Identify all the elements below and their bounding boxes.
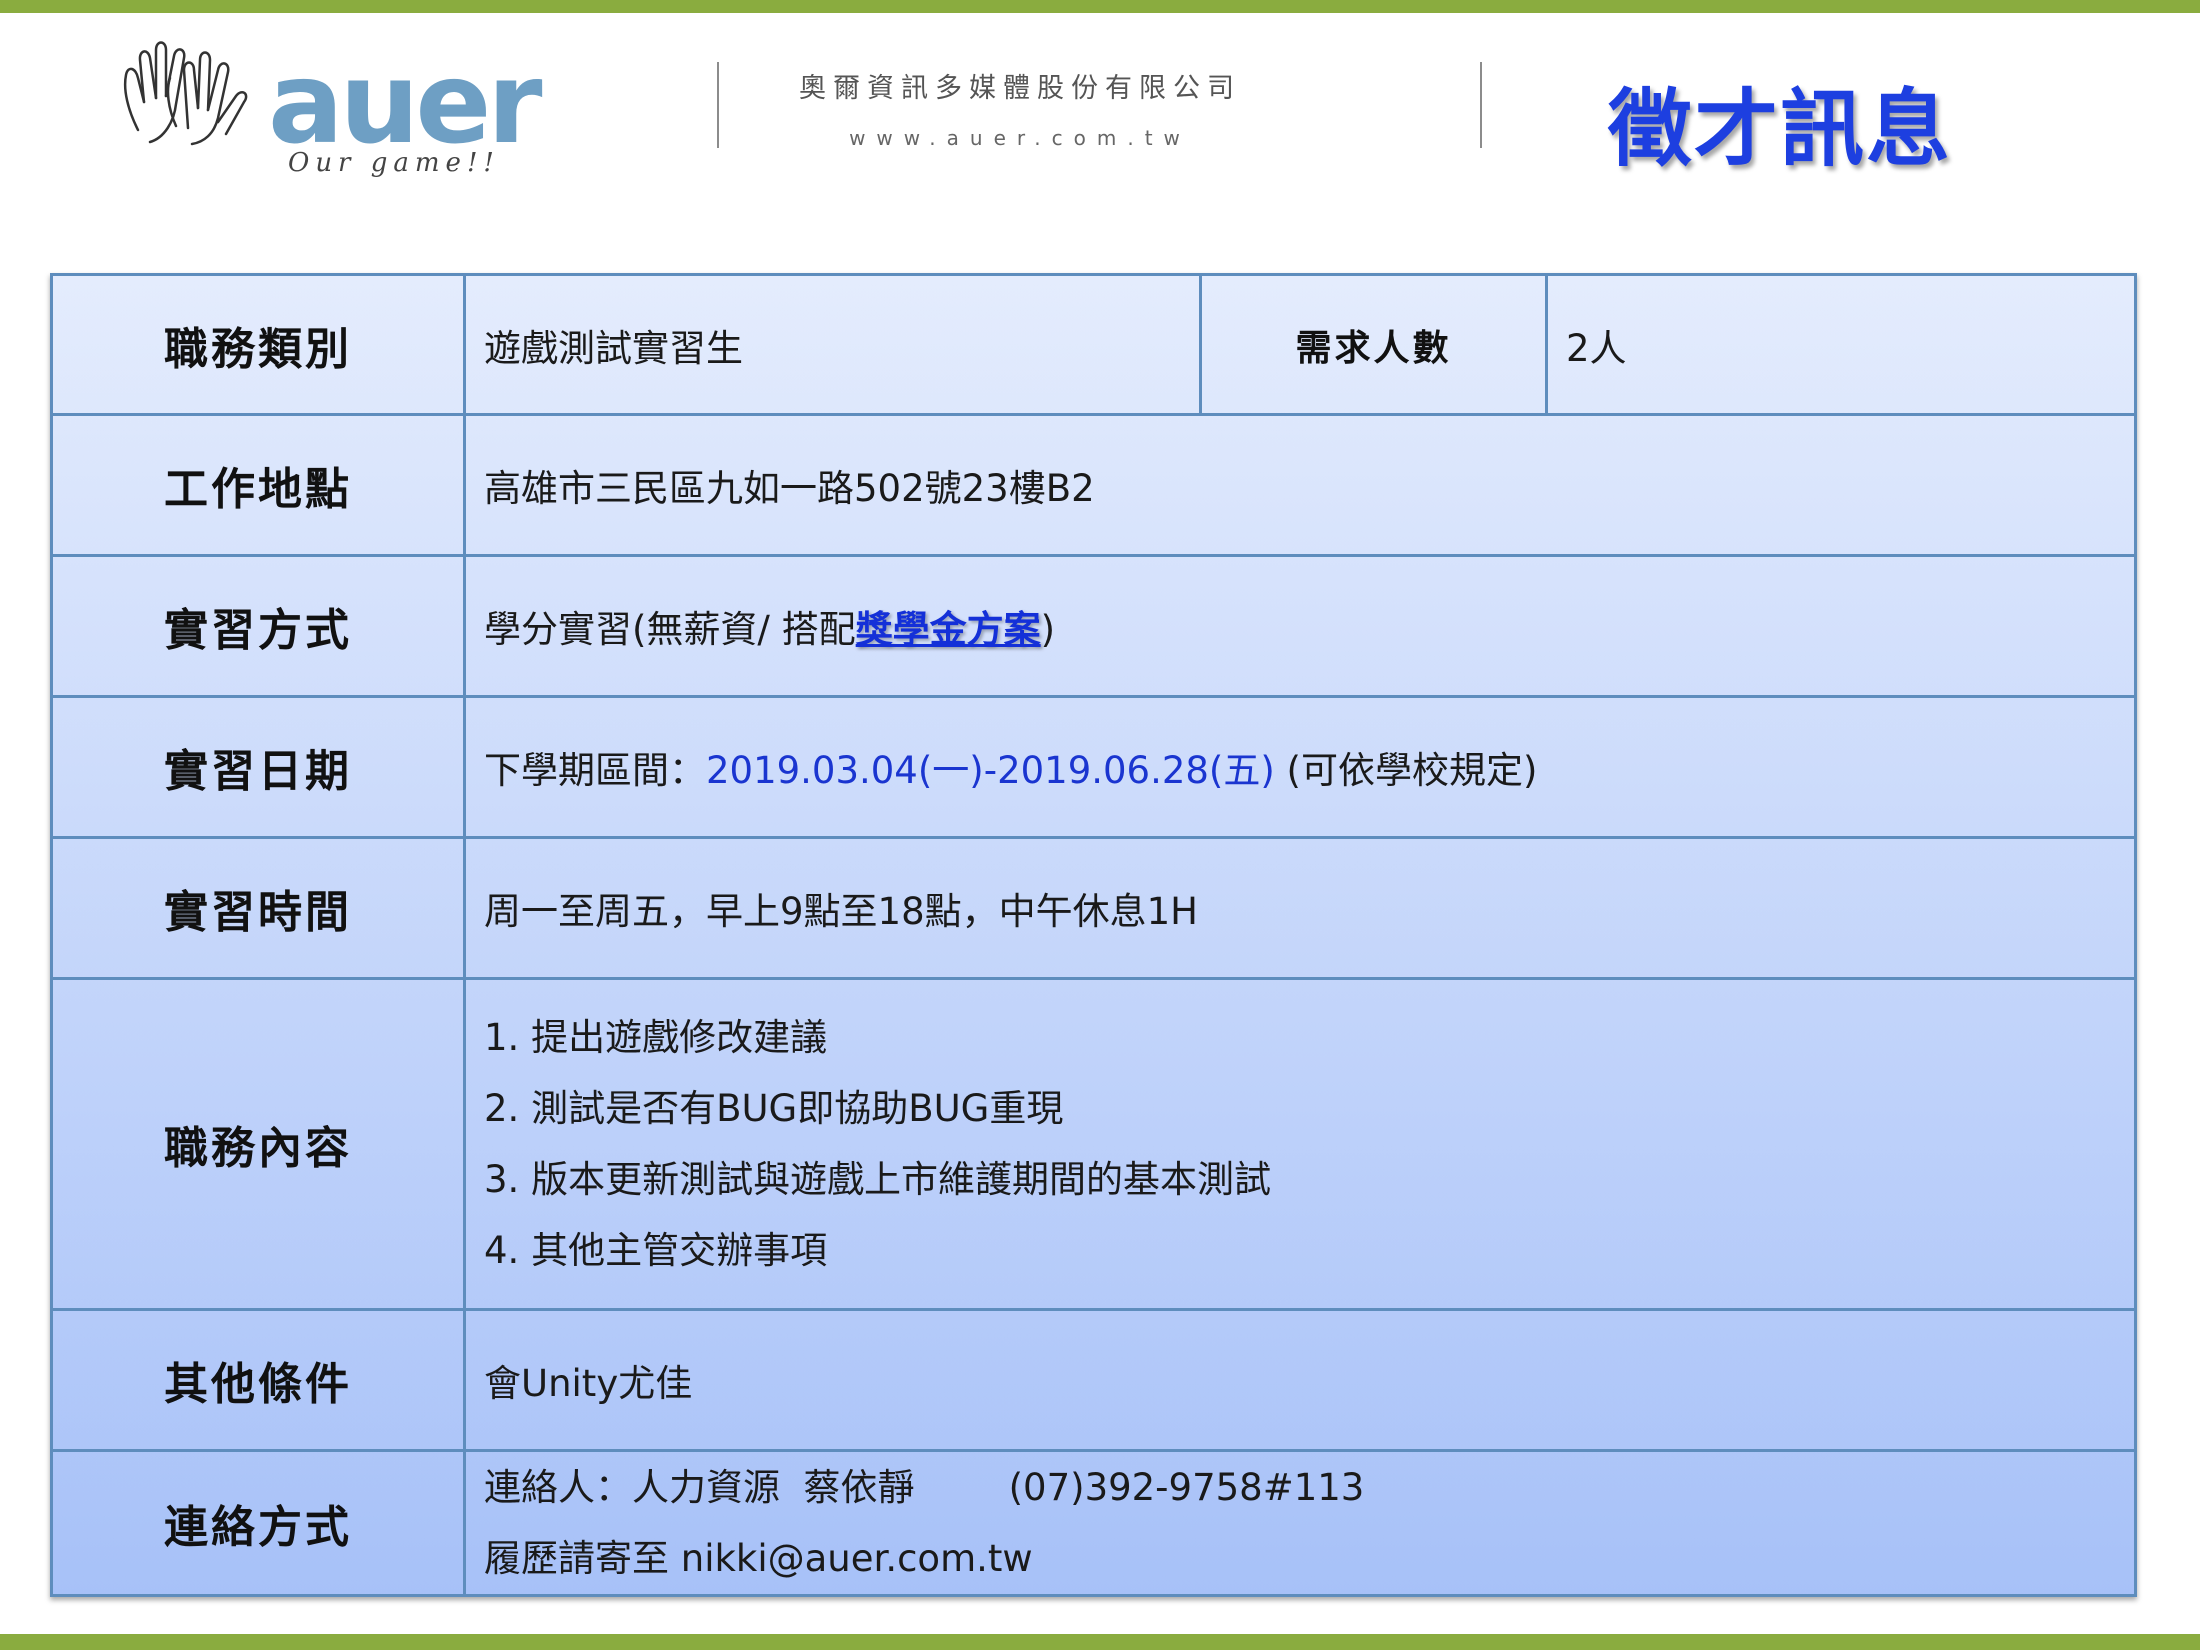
- duties-value: 1. 提出遊戲修改建議 2. 測試是否有BUG即協助BUG重現 3. 版本更新測…: [463, 977, 2137, 1311]
- category-label: 職務類別: [50, 273, 466, 416]
- scholarship-link[interactable]: 獎學金方案: [856, 608, 1041, 651]
- company-website[interactable]: www.auer.com.tw: [720, 126, 1320, 150]
- top-accent-bar: [0, 0, 2200, 13]
- method-label: 實習方式: [50, 554, 466, 698]
- location-value: 高雄市三民區九如一路502號23樓B2: [463, 413, 2137, 557]
- header-divider-right: [1480, 62, 1482, 148]
- table-row: 實習方式 學分實習(無薪資/ 搭配獎學金方案): [50, 554, 2137, 698]
- headcount-label: 需求人數: [1199, 273, 1548, 416]
- table-row: 連絡方式 連絡人：人力資源 蔡依靜 (07)392-9758#113 履歷請寄至…: [50, 1449, 2137, 1597]
- dates-suffix: (可依學校規定): [1274, 749, 1538, 792]
- table-row: 工作地點 高雄市三民區九如一路502號23樓B2: [50, 413, 2137, 557]
- contact-email[interactable]: 履歷請寄至 nikki@auer.com.tw: [484, 1523, 2134, 1594]
- bottom-accent-bar: [0, 1634, 2200, 1650]
- location-label: 工作地點: [50, 413, 466, 557]
- page-title: 徵才訊息: [1607, 80, 1952, 178]
- duty-item: 3. 版本更新測試與遊戲上市維護期間的基本測試: [484, 1158, 1272, 1201]
- headcount-value: 2人: [1545, 273, 2137, 416]
- duty-item: 4. 其他主管交辦事項: [484, 1229, 828, 1272]
- duty-item: 1. 提出遊戲修改建議: [484, 1016, 828, 1059]
- category-value: 遊戲測試實習生: [463, 273, 1202, 416]
- logo-word: auer: [268, 39, 543, 169]
- company-name: 奧爾資訊多媒體股份有限公司: [799, 73, 1241, 104]
- other-value: 會Unity尤佳: [463, 1308, 2137, 1452]
- table-row: 職務類別 遊戲測試實習生 需求人數 2人: [50, 273, 2137, 416]
- auer-logo: auer Our game!!: [118, 30, 558, 200]
- table-row: 實習日期 下學期區間：2019.03.04(一)-2019.06.28(五) (…: [50, 695, 2137, 839]
- dates-prefix: 下學期區間：: [484, 749, 706, 792]
- header-divider-left: [717, 62, 719, 148]
- table-row: 實習時間 周一至周五，早上9點至18點，中午休息1H: [50, 836, 2137, 980]
- method-value: 學分實習(無薪資/ 搭配獎學金方案): [463, 554, 2137, 698]
- contact-label: 連絡方式: [50, 1449, 466, 1597]
- duty-item: 2. 測試是否有BUG即協助BUG重現: [484, 1087, 1064, 1130]
- method-suffix: ): [1040, 608, 1056, 651]
- table-row: 職務內容 1. 提出遊戲修改建議 2. 測試是否有BUG即協助BUG重現 3. …: [50, 977, 2137, 1311]
- hours-label: 實習時間: [50, 836, 466, 980]
- other-label: 其他條件: [50, 1308, 466, 1452]
- job-info-table: 職務類別 遊戲測試實習生 需求人數 2人 工作地點 高雄市三民區九如一路502號…: [50, 273, 2137, 1597]
- dates-value: 下學期區間：2019.03.04(一)-2019.06.28(五) (可依學校規…: [463, 695, 2137, 839]
- hands-logo-icon: [123, 41, 248, 146]
- dates-range: 2019.03.04(一)-2019.06.28(五): [706, 749, 1275, 792]
- logo-tagline: Our game!!: [288, 148, 500, 178]
- table-row: 其他條件 會Unity尤佳: [50, 1308, 2137, 1452]
- hours-value: 周一至周五，早上9點至18點，中午休息1H: [463, 836, 2137, 980]
- method-prefix: 學分實習(無薪資/ 搭配: [484, 608, 856, 651]
- dates-label: 實習日期: [50, 695, 466, 839]
- contact-person: 連絡人：人力資源 蔡依靜 (07)392-9758#113: [484, 1466, 1365, 1509]
- contact-value: 連絡人：人力資源 蔡依靜 (07)392-9758#113 履歷請寄至 nikk…: [463, 1449, 2137, 1597]
- duties-label: 職務內容: [50, 977, 466, 1311]
